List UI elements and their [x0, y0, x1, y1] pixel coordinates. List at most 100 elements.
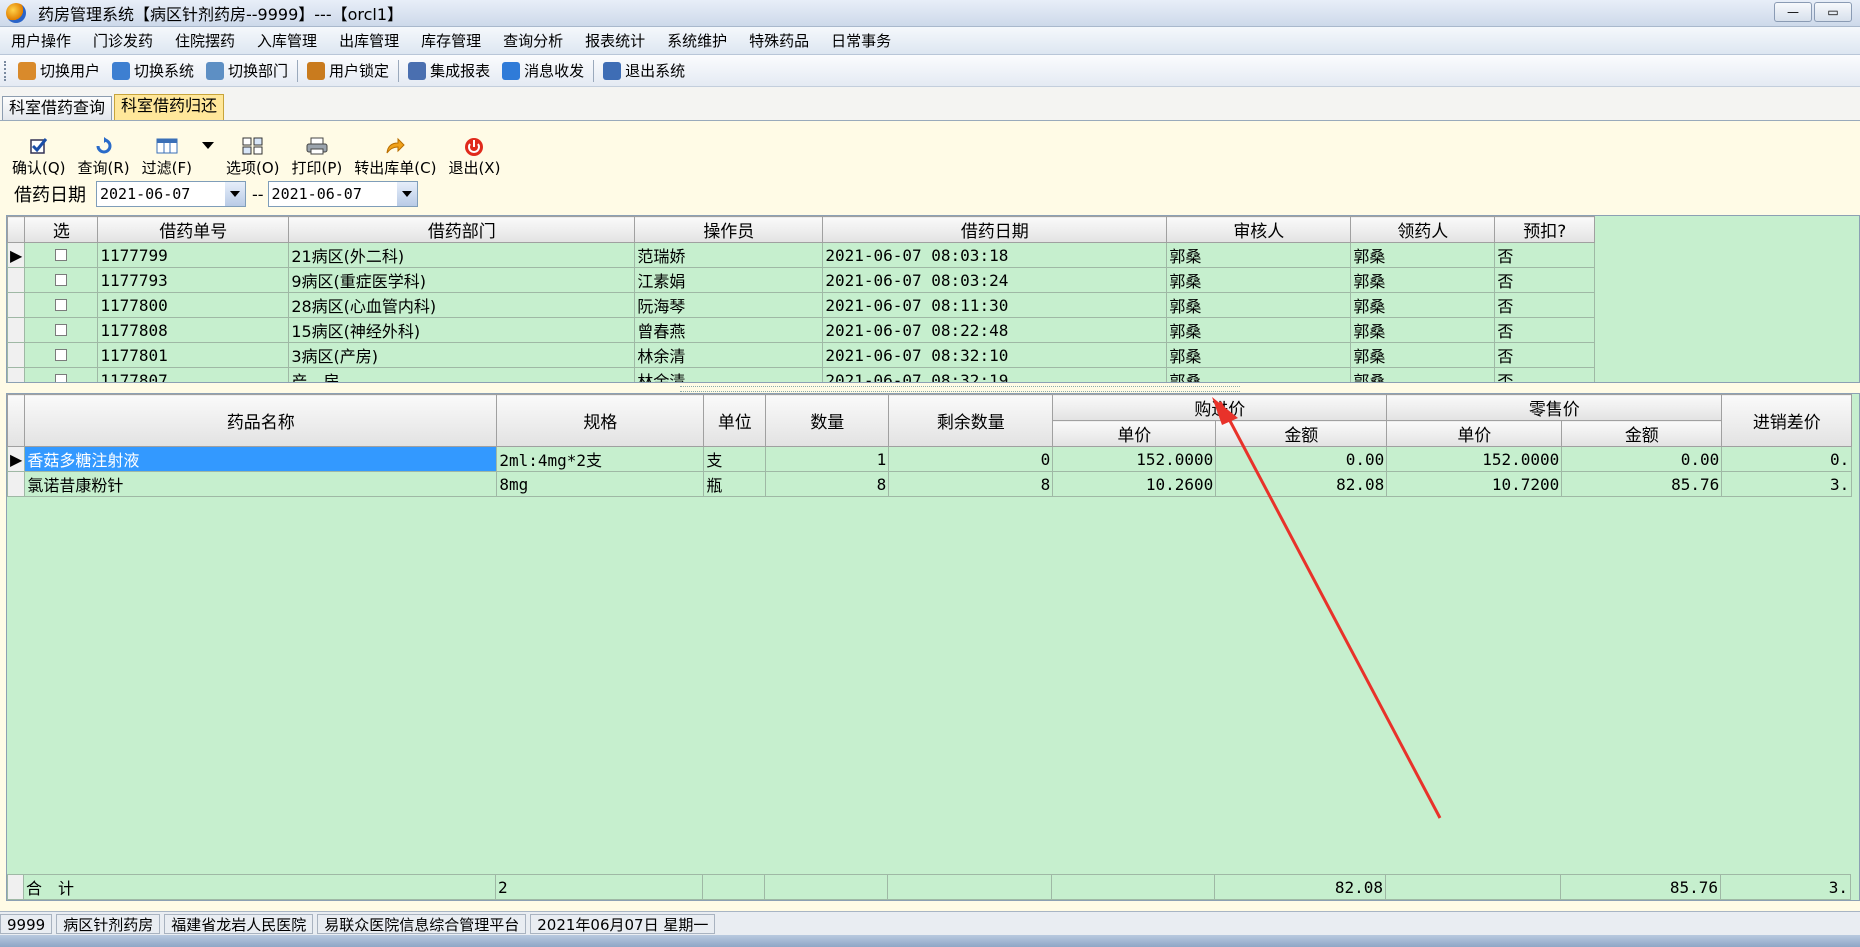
user-lock-button[interactable]: 用户锁定 — [301, 60, 395, 81]
col-drug-name[interactable]: 药品名称 — [24, 394, 498, 447]
select-cell[interactable] — [24, 342, 99, 368]
col-price-difference[interactable]: 进销差价 — [1721, 394, 1853, 447]
cell: 21病区(外二科) — [288, 242, 636, 268]
cell: 2021-06-07 08:11:30 — [822, 292, 1168, 318]
select-cell[interactable] — [24, 242, 99, 268]
cell: 林余清 — [634, 367, 824, 382]
col-header-2[interactable]: 借药部门 — [288, 216, 636, 243]
filter-button[interactable]: 过滤(F) — [136, 136, 198, 177]
col-remaining[interactable]: 剩余数量 — [888, 394, 1054, 447]
menu-item-7[interactable]: 报表统计 — [574, 30, 656, 51]
col-header-3[interactable]: 操作员 — [634, 216, 824, 243]
table-row[interactable]: 1177801 3病区(产房) 林余清 2021-06-07 08:32:10 郭桑 郭桑… — [7, 342, 1596, 368]
minimize-button[interactable]: — — [1774, 2, 1812, 22]
checkbox[interactable] — [55, 373, 68, 382]
printer-icon — [306, 136, 328, 156]
cell: 8 — [888, 471, 1054, 497]
user-lock-icon — [307, 61, 326, 80]
row-indicator-header — [7, 394, 26, 447]
toolbar-separator — [593, 59, 595, 82]
switch-user-icon — [18, 61, 36, 80]
message-button[interactable]: 消息收发 — [496, 60, 590, 81]
window-controls: — ▭ — [1774, 2, 1852, 22]
chevron-down-icon[interactable] — [396, 182, 417, 206]
exit-button[interactable]: 退出(X) — [442, 136, 506, 177]
checkbox[interactable] — [55, 348, 68, 361]
cell: 1 — [765, 446, 890, 472]
menu-item-3[interactable]: 入库管理 — [246, 30, 328, 51]
menu-item-5[interactable]: 库存管理 — [410, 30, 492, 51]
select-cell[interactable] — [24, 267, 99, 293]
transfer-out-button[interactable]: 转出库单(C) — [348, 136, 442, 177]
filter-dropdown-icon[interactable] — [202, 142, 214, 149]
col-header-0[interactable]: 选 — [24, 216, 99, 243]
tab-0[interactable]: 科室借药查询 — [2, 96, 113, 120]
select-cell[interactable] — [24, 317, 99, 343]
col-header-4[interactable]: 借药日期 — [822, 216, 1168, 243]
menu-item-6[interactable]: 查询分析 — [492, 30, 574, 51]
table-row[interactable]: 1177807 产 房林余清 2021-06-07 08:32:19 郭桑 郭桑否 — [7, 367, 1596, 382]
query-button[interactable]: 查询(R) — [72, 136, 136, 177]
switch-system-button[interactable]: 切换系统 — [106, 60, 200, 81]
menu-item-9[interactable]: 特殊药品 — [738, 30, 820, 51]
print-button[interactable]: 打印(P) — [286, 136, 349, 177]
menu-item-10[interactable]: 日常事务 — [820, 30, 902, 51]
cell: 152.0000 — [1052, 446, 1217, 472]
switch-user-button[interactable]: 切换用户 — [12, 60, 106, 81]
pane-splitter[interactable] — [680, 386, 1240, 392]
table-row[interactable]: 1177793 9病区(重症医学科) 江素娟 2021-06-07 08:03:24 郭… — [7, 267, 1596, 293]
col-retail-amount[interactable]: 金额 — [1561, 420, 1723, 447]
col-retail-unit-price[interactable]: 单价 — [1386, 420, 1563, 447]
chevron-down-icon[interactable] — [225, 182, 245, 206]
options-button[interactable]: 选项(O) — [220, 136, 286, 177]
toolbar-button-label: 集成报表 — [430, 62, 491, 80]
date-from-picker[interactable]: 2021-06-07 — [96, 181, 246, 207]
cell: 曾春燕 — [634, 317, 824, 343]
select-cell[interactable] — [24, 367, 99, 382]
col-purchase-amount[interactable]: 金额 — [1215, 420, 1388, 447]
col-header-7[interactable]: 预扣? — [1494, 216, 1596, 243]
table-row[interactable]: ▶ 香菇多糖注射液 2ml:4mg*2支支 1 0 152.0000 0.00 152.000… — [7, 446, 1853, 472]
exit-system-button[interactable]: 退出系统 — [597, 60, 691, 81]
switch-department-button[interactable]: 切换部门 — [200, 60, 294, 81]
date-from-value[interactable]: 2021-06-07 — [97, 185, 225, 203]
menu-item-1[interactable]: 门诊发药 — [82, 30, 164, 51]
col-unit[interactable]: 单位 — [703, 394, 767, 447]
maximize-button[interactable]: ▭ — [1814, 2, 1852, 22]
col-spec[interactable]: 规格 — [496, 394, 705, 447]
tab-1[interactable]: 科室借药归还 — [114, 94, 225, 120]
row-indicator: ▶ — [7, 242, 26, 268]
checkbox[interactable] — [55, 323, 68, 336]
menu-item-8[interactable]: 系统维护 — [656, 30, 738, 51]
main-toolbar: 切换用户 切换系统 切换部门 用户锁定 集成报表 消息收发 退出系统 — [0, 55, 1860, 87]
checkbox[interactable] — [55, 248, 68, 261]
status-cell-0: 9999 — [0, 913, 53, 934]
table-row[interactable]: ▶ 1177799 21病区(外二科) 范瑞娇 2021-06-07 08:03:18 郭… — [7, 242, 1596, 268]
power-icon — [463, 136, 485, 156]
table-row[interactable]: 氯诺昔康粉针 8mg 瓶 8 8 10.2600 82.08 10.7200 85.76 3. — [7, 471, 1853, 497]
col-purchase-unit-price[interactable]: 单价 — [1052, 420, 1217, 447]
date-to-value[interactable]: 2021-06-07 — [269, 185, 397, 203]
cell: 阮海琴 — [634, 292, 824, 318]
confirm-button[interactable]: 确认(Q) — [6, 136, 72, 177]
table-row[interactable]: 1177800 28病区(心血管内科) 阮海琴 2021-06-07 08:11:30… — [7, 292, 1596, 318]
cell: 郭桑 — [1350, 267, 1496, 293]
select-cell[interactable] — [24, 292, 99, 318]
col-header-5[interactable]: 审核人 — [1166, 216, 1352, 243]
checkbox[interactable] — [55, 273, 68, 286]
menu-item-2[interactable]: 住院摆药 — [164, 30, 246, 51]
total-retail-amount: 85.76 — [1560, 874, 1721, 900]
cell: 85.76 — [1561, 471, 1723, 497]
checkbox[interactable] — [55, 298, 68, 311]
table-row[interactable]: 1177808 15病区(神经外科) 曾春燕 2021-06-07 08:22:48 郭… — [7, 317, 1596, 343]
col-header-1[interactable]: 借药单号 — [97, 216, 290, 243]
report-button[interactable]: 集成报表 — [402, 60, 496, 81]
toolbar-grip[interactable] — [4, 60, 8, 81]
col-header-6[interactable]: 领药人 — [1350, 216, 1496, 243]
menu-item-0[interactable]: 用户操作 — [0, 30, 82, 51]
date-to-picker[interactable]: 2021-06-07 — [267, 181, 418, 207]
cell: 2021-06-07 08:22:48 — [822, 317, 1168, 343]
menu-item-4[interactable]: 出库管理 — [328, 30, 410, 51]
col-quantity[interactable]: 数量 — [765, 394, 890, 447]
col-group-purchase-price: 购进价 — [1052, 394, 1388, 421]
